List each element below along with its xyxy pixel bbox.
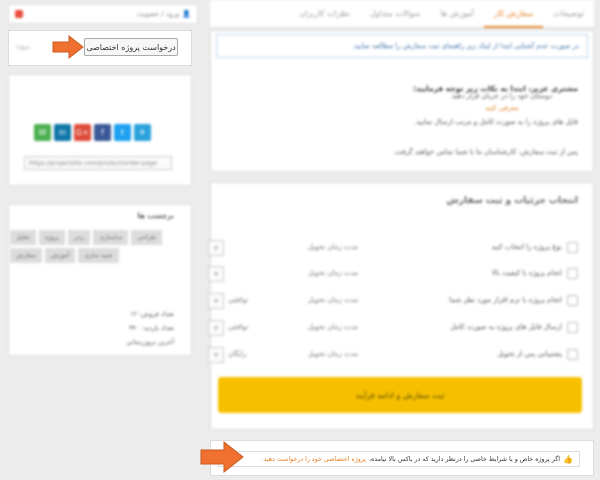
user-icon: 👤: [182, 10, 191, 18]
custom-request-note: 👍 اگر پروژه خاص و یا شرایط خاصی را درنظر…: [218, 451, 580, 467]
request-hint: پروژه: [16, 43, 30, 50]
option-price: توافقی: [228, 296, 249, 304]
share-url-field[interactable]: https://projectsite.com/product/order-pa…: [24, 156, 172, 170]
arrow-icon: [52, 34, 84, 60]
option-row[interactable]: انجام پروژه با نرم افزار مورد نظر شما مد…: [208, 291, 578, 311]
thumbs-icon: 👍: [563, 454, 573, 464]
top-bar: توضیحات سفارش کار آموزش ها سوالات متداول…: [0, 0, 600, 28]
tag-item[interactable]: رندر: [67, 230, 91, 245]
tab-description[interactable]: توضیحات: [543, 0, 594, 28]
intro-line: فایل های پروژه را به صورت کامل و مرتب ار…: [414, 118, 578, 126]
tag-item[interactable]: مدلسازی: [93, 230, 129, 245]
quantity-select[interactable]: ▾: [208, 293, 224, 309]
tag-item[interactable]: تحلیل: [10, 230, 36, 245]
quantity-select[interactable]: ▾: [208, 320, 224, 336]
share-text: معرفی کنید: [485, 104, 519, 112]
tag-item[interactable]: آموزش: [45, 248, 76, 263]
user-label: ورود / عضویت: [136, 10, 180, 18]
option-checkbox[interactable]: [567, 322, 578, 333]
tab-reviews[interactable]: نظرات کاربران: [290, 0, 360, 28]
option-duration: مدت زمان تحویل: [307, 350, 358, 358]
guide-notice[interactable]: در صورت عدم آشنایی ابتدا از لینک زیر راه…: [216, 34, 588, 58]
tags-card: [8, 204, 192, 356]
stat-line: تعداد بازدید: ۳۴۰: [129, 324, 174, 332]
telegram-icon[interactable]: ✈: [134, 124, 151, 141]
option-row[interactable]: پشتیبانی پس از تحویل مدت زمان تحویل رایگ…: [208, 345, 578, 365]
custom-request-link[interactable]: پروژه اختصاصی خود را درخواست دهید.: [262, 456, 366, 463]
option-row[interactable]: انجام پروژه با کیفیت بالا مدت زمان تحویل…: [208, 264, 578, 284]
option-duration: مدت زمان تحویل: [307, 269, 358, 277]
user-box[interactable]: 👤 ورود / عضویت: [8, 4, 198, 24]
intro-line: پس از ثبت سفارش، کارشناسان ما با شما تما…: [393, 148, 578, 156]
option-label: نوع پروژه را انتخاب کنید: [491, 243, 562, 251]
request-project-button[interactable]: درخواست پروژه اختصاصی: [84, 38, 178, 56]
option-checkbox[interactable]: [567, 349, 578, 360]
option-label: پشتیبانی پس از تحویل: [497, 350, 562, 358]
option-price: رایگان: [228, 350, 247, 358]
tags-title: برچسب ها: [137, 212, 174, 220]
product-tabs: توضیحات سفارش کار آموزش ها سوالات متداول…: [210, 0, 594, 28]
tab-order[interactable]: سفارش کار: [483, 0, 544, 28]
facebook-icon[interactable]: f: [94, 124, 111, 141]
submit-order-button[interactable]: ثبت سفارش و ادامه فرآیند: [218, 377, 582, 413]
social-buttons: W in G+ f t ✈: [34, 124, 151, 141]
option-label: انجام پروژه با کیفیت بالا: [491, 269, 562, 277]
tab-tutorials[interactable]: آموزش ها: [430, 0, 483, 28]
share-text: دوستان خود را در جریان قرار دهید: [451, 92, 553, 100]
tag-item[interactable]: طراحی: [131, 230, 162, 245]
quantity-select[interactable]: ▾: [208, 240, 224, 256]
googleplus-icon[interactable]: G+: [74, 124, 91, 141]
option-row[interactable]: نوع پروژه را انتخاب کنید مدت زمان تحویل …: [208, 238, 578, 258]
whatsapp-icon[interactable]: W: [34, 124, 51, 141]
stat-line: تعداد فروش: ۱۲: [129, 310, 174, 318]
tag-item[interactable]: سفارش: [10, 248, 43, 263]
tag-item[interactable]: شبیه سازی: [78, 248, 119, 263]
option-checkbox[interactable]: [567, 295, 578, 306]
quantity-select[interactable]: ▾: [208, 266, 224, 282]
option-label: ارسال فایل های پروژه به صورت کامل: [450, 323, 562, 331]
option-duration: مدت زمان تحویل: [307, 323, 358, 331]
note-text: اگر پروژه خاص و یا شرایط خاصی را درنظر د…: [368, 455, 561, 463]
tag-item[interactable]: پروژه: [38, 230, 65, 245]
tag-list: طراحی مدلسازی رندر پروژه تحلیل شبیه سازی…: [10, 230, 182, 263]
options-title: انتخاب جزئیات و ثبت سفارش: [446, 196, 578, 206]
quantity-select[interactable]: ▾: [208, 347, 224, 363]
option-price: توافقی: [228, 323, 249, 331]
tab-faq[interactable]: سوالات متداول: [360, 0, 431, 28]
option-duration: مدت زمان تحویل: [307, 296, 358, 304]
stat-line: آخرین بروزرسانی: [126, 338, 174, 346]
twitter-icon[interactable]: t: [114, 124, 131, 141]
option-checkbox[interactable]: [567, 242, 578, 253]
option-checkbox[interactable]: [567, 268, 578, 279]
option-row[interactable]: ارسال فایل های پروژه به صورت کامل مدت زم…: [208, 318, 578, 338]
option-duration: مدت زمان تحویل: [307, 243, 358, 251]
cart-icon[interactable]: [15, 10, 23, 18]
option-label: انجام پروژه با نرم افزار مورد نظر شما: [449, 296, 562, 304]
linkedin-icon[interactable]: in: [54, 124, 71, 141]
arrow-icon: [200, 440, 244, 474]
